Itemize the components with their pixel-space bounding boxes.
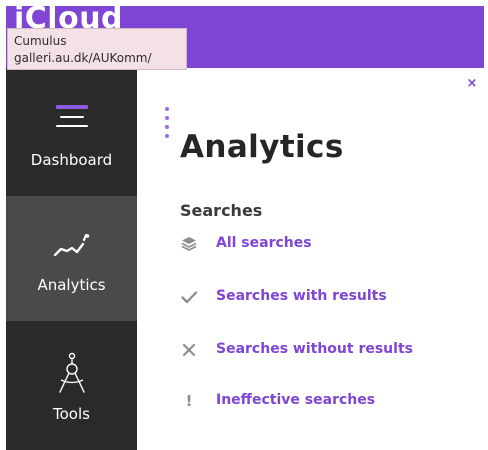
sidebar-item-label: Tools (53, 405, 90, 423)
sidebar-item-dashboard[interactable]: Dashboard (6, 68, 137, 196)
compass-tool-icon (58, 352, 85, 393)
tooltip-title: Cumulus (14, 34, 67, 48)
layers-icon (181, 237, 197, 251)
menu-item-label: Ineffective searches (216, 392, 376, 408)
accent-dot (165, 125, 169, 129)
menu-item-searches-without-results[interactable]: Searches without results (180, 337, 460, 363)
menu-item-label: Searches with results (216, 288, 387, 304)
menu-item-label: All searches (216, 235, 312, 251)
accent-dot (165, 107, 169, 111)
close-button[interactable]: × (466, 77, 478, 90)
sidebar-item-label: Analytics (37, 276, 106, 294)
link-tooltip: Cumulus galleri.au.dk/AUKomm/ (7, 28, 187, 70)
exclamation-icon: ! (185, 392, 193, 410)
x-icon (182, 343, 196, 357)
sidebar: Dashboard Analytics Tools (6, 68, 137, 450)
app-window: iCloud Cumulus galleri.au.dk/AUKomm/ Das… (0, 0, 488, 450)
sidebar-item-tools[interactable]: Tools (6, 321, 137, 450)
check-icon (181, 291, 198, 304)
title-accent-dots (165, 107, 169, 145)
analytics-line-icon (53, 233, 89, 257)
accent-dot (165, 134, 169, 138)
tooltip-url: galleri.au.dk/AUKomm/ (14, 51, 152, 65)
section-title: Searches (180, 201, 263, 221)
dashboard-menu-icon (55, 105, 88, 127)
sidebar-item-label: Dashboard (30, 151, 113, 169)
page-title: Analytics (180, 128, 344, 165)
menu-item-searches-with-results[interactable]: Searches with results (180, 284, 460, 310)
menu-item-label: Searches without results (216, 341, 413, 357)
menu-item-ineffective-searches[interactable]: ! Ineffective searches (180, 388, 460, 414)
accent-dot (165, 116, 169, 120)
sidebar-item-analytics[interactable]: Analytics (6, 196, 137, 321)
menu-item-all-searches[interactable]: All searches (180, 231, 460, 257)
analytics-panel: × Analytics Searches All searches Search… (137, 68, 484, 450)
